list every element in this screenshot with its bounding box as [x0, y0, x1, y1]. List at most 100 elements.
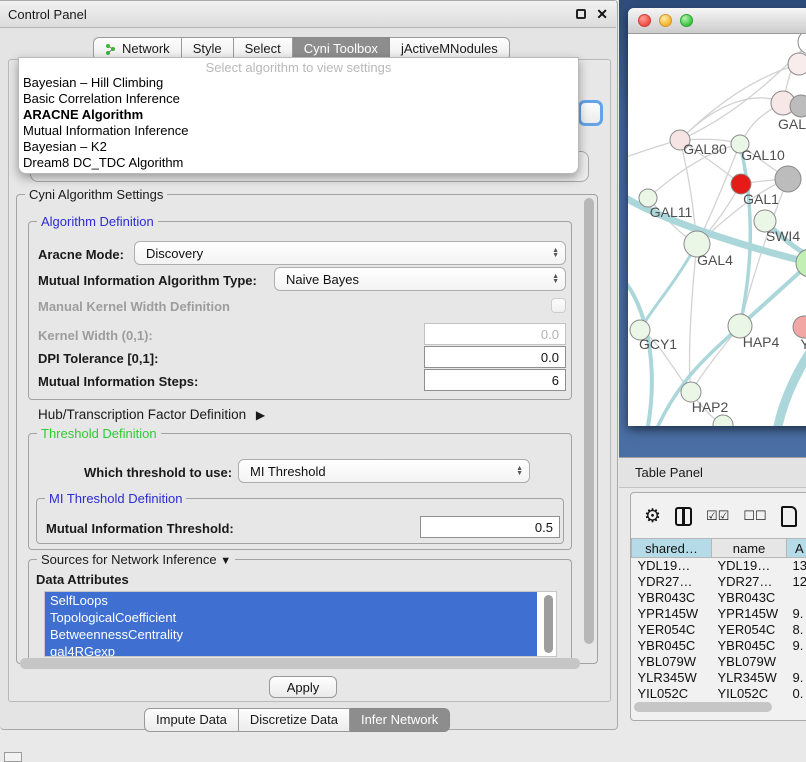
table-cell[interactable]: YBR045C	[712, 638, 787, 654]
table-cell[interactable]: YBR043C	[632, 590, 712, 606]
table-header-row[interactable]: shared… name A	[632, 539, 806, 558]
control-panel-window: Control Panel ✕ Network Style Select Cyn…	[0, 0, 618, 730]
table-cell[interactable]: YDR27…	[632, 574, 712, 590]
algorithm-option[interactable]: Mutual Information Inference	[19, 123, 578, 139]
table-cell[interactable]: YBR045C	[632, 638, 712, 654]
algorithm-option[interactable]: Bayesian – Hill Climbing	[19, 75, 578, 91]
unchecked-boxes-icon[interactable]: ☐☐	[743, 508, 766, 524]
close-traffic-light-icon[interactable]	[638, 14, 651, 27]
table-cell[interactable]: 9.	[787, 670, 806, 686]
table-cell[interactable]: YIL052C	[712, 686, 787, 701]
network-window-titlebar[interactable]	[628, 8, 806, 34]
table-row[interactable]: YER054CYER054C8.	[632, 622, 806, 638]
table-cell[interactable]	[787, 590, 806, 606]
manual-kernel-checkbox[interactable]	[551, 298, 566, 313]
table-cell[interactable]: 13	[787, 558, 806, 574]
float-window-icon[interactable]	[576, 9, 586, 19]
table-cell[interactable]: YER054C	[712, 622, 787, 638]
close-icon[interactable]: ✕	[596, 7, 608, 21]
kernel-width-input[interactable]: 0.0	[424, 323, 566, 345]
attribute-item[interactable]: BetweennessCentrality	[45, 626, 537, 643]
algorithm-option[interactable]: Bayesian – K2	[19, 139, 578, 155]
table-row[interactable]: YBR045CYBR045C9.	[632, 638, 806, 654]
data-attributes-list[interactable]: SelfLoopsTopologicalCoefficientBetweenne…	[44, 591, 557, 657]
aracne-mode-combobox[interactable]: Discovery ▲▼	[134, 241, 566, 265]
mi-threshold-input[interactable]: 0.5	[420, 516, 560, 538]
network-node[interactable]	[713, 415, 733, 426]
table-row[interactable]: YLR345WYLR345W9.	[632, 670, 806, 686]
table-horizontal-scrollbar[interactable]	[634, 702, 772, 712]
table-row[interactable]: YBR043CYBR043C	[632, 590, 806, 606]
table-row[interactable]: YPR145WYPR145W9.	[632, 606, 806, 622]
gear-icon[interactable]: ⚙	[644, 505, 661, 528]
zoom-traffic-light-icon[interactable]	[680, 14, 693, 27]
apply-button-label: Apply	[287, 680, 320, 695]
column-header-name[interactable]: name	[712, 539, 787, 558]
spinner-arrows-icon: ▲▼	[516, 466, 523, 476]
hub-definition-toggle[interactable]: Hub/Transcription Factor Definition ▶	[38, 407, 265, 422]
minimize-traffic-light-icon[interactable]	[659, 14, 672, 27]
table-cell[interactable]: 0.	[787, 686, 806, 701]
table-row[interactable]: YDL19…YDL19…13	[632, 558, 806, 574]
table-panel-titlebar[interactable]: Table Panel	[619, 457, 806, 488]
table-cell[interactable]: YDL19…	[632, 558, 712, 574]
sources-group-title[interactable]: Sources for Network Inference ▼	[37, 552, 235, 567]
which-threshold-combobox[interactable]: MI Threshold ▲▼	[238, 459, 530, 483]
attribute-table[interactable]: shared… name A YDL19…YDL19…13YDR27…YDR27…	[631, 538, 806, 700]
checked-boxes-icon[interactable]: ☑☑	[706, 508, 729, 524]
table-cell[interactable]: YBR043C	[712, 590, 787, 606]
columns-icon[interactable]	[675, 507, 692, 526]
tab-infer-network[interactable]: Infer Network	[350, 708, 450, 732]
table-cell[interactable]: YPR145W	[632, 606, 712, 622]
minimized-panel-icon[interactable]	[4, 752, 22, 762]
mi-steps-input[interactable]: 6	[424, 369, 566, 391]
algorithm-option[interactable]: Dream8 DC_TDC Algorithm	[19, 155, 578, 171]
attribute-item[interactable]: SelfLoops	[45, 592, 537, 609]
table-cell[interactable]: 9.	[787, 606, 806, 622]
attributes-scrollbar[interactable]	[544, 595, 553, 653]
table-cell[interactable]	[787, 654, 806, 670]
algorithm-option[interactable]: ARACNE Algorithm	[19, 107, 578, 123]
table-cell[interactable]: YLR345W	[632, 670, 712, 686]
table-row[interactable]: YDR27…YDR27…12	[632, 574, 806, 590]
settings-vertical-scrollbar[interactable]	[584, 198, 594, 644]
tab-label: Discretize Data	[250, 712, 338, 727]
network-view-window[interactable]: GALGAL80GAL10GAL1GAL11SWI4GAL4GCY1HAP4YH…	[628, 8, 806, 426]
table-row[interactable]: YBL079WYBL079W	[632, 654, 806, 670]
table-cell[interactable]: YPR145W	[712, 606, 787, 622]
algorithm-option[interactable]: Basic Correlation Inference	[19, 91, 578, 107]
page-icon[interactable]	[781, 506, 797, 527]
network-node[interactable]	[788, 53, 806, 75]
column-header-a[interactable]: A	[787, 539, 806, 558]
network-node[interactable]	[775, 166, 801, 192]
mi-type-combobox[interactable]: Naive Bayes ▲▼	[274, 267, 566, 291]
network-node[interactable]	[793, 316, 806, 338]
network-icon	[105, 43, 117, 55]
network-node-label: HAP2	[692, 399, 729, 415]
table-cell[interactable]: 9.	[787, 638, 806, 654]
table-cell[interactable]: YLR345W	[712, 670, 787, 686]
network-node-label: GAL1	[743, 191, 779, 207]
table-row[interactable]: YIL052CYIL052C0.	[632, 686, 806, 701]
apply-button[interactable]: Apply	[269, 676, 337, 698]
control-panel-titlebar[interactable]: Control Panel ✕	[0, 1, 616, 28]
dpi-tolerance-input[interactable]: 0.0	[424, 346, 566, 368]
table-cell[interactable]: YDL19…	[712, 558, 787, 574]
attribute-item[interactable]: gal4RGexp	[45, 643, 537, 657]
table-cell[interactable]: YBL079W	[632, 654, 712, 670]
network-node[interactable]	[798, 34, 806, 54]
attribute-item[interactable]: TopologicalCoefficient	[45, 609, 537, 626]
column-header-shared-name[interactable]: shared…	[632, 539, 712, 558]
table-cell[interactable]: YER054C	[632, 622, 712, 638]
tab-discretize-data[interactable]: Discretize Data	[239, 708, 350, 732]
table-cell[interactable]: YBL079W	[712, 654, 787, 670]
algorithm-refresh-button[interactable]	[578, 100, 603, 126]
table-cell[interactable]: YDR27…	[712, 574, 787, 590]
table-cell[interactable]: YIL052C	[632, 686, 712, 701]
settings-horizontal-scrollbar[interactable]	[20, 658, 580, 669]
tab-label: Infer Network	[361, 712, 438, 727]
tab-impute-data[interactable]: Impute Data	[144, 708, 239, 732]
table-cell[interactable]: 8.	[787, 622, 806, 638]
table-cell[interactable]: 12	[787, 574, 806, 590]
network-canvas[interactable]: GALGAL80GAL10GAL1GAL11SWI4GAL4GCY1HAP4YH…	[628, 34, 806, 426]
